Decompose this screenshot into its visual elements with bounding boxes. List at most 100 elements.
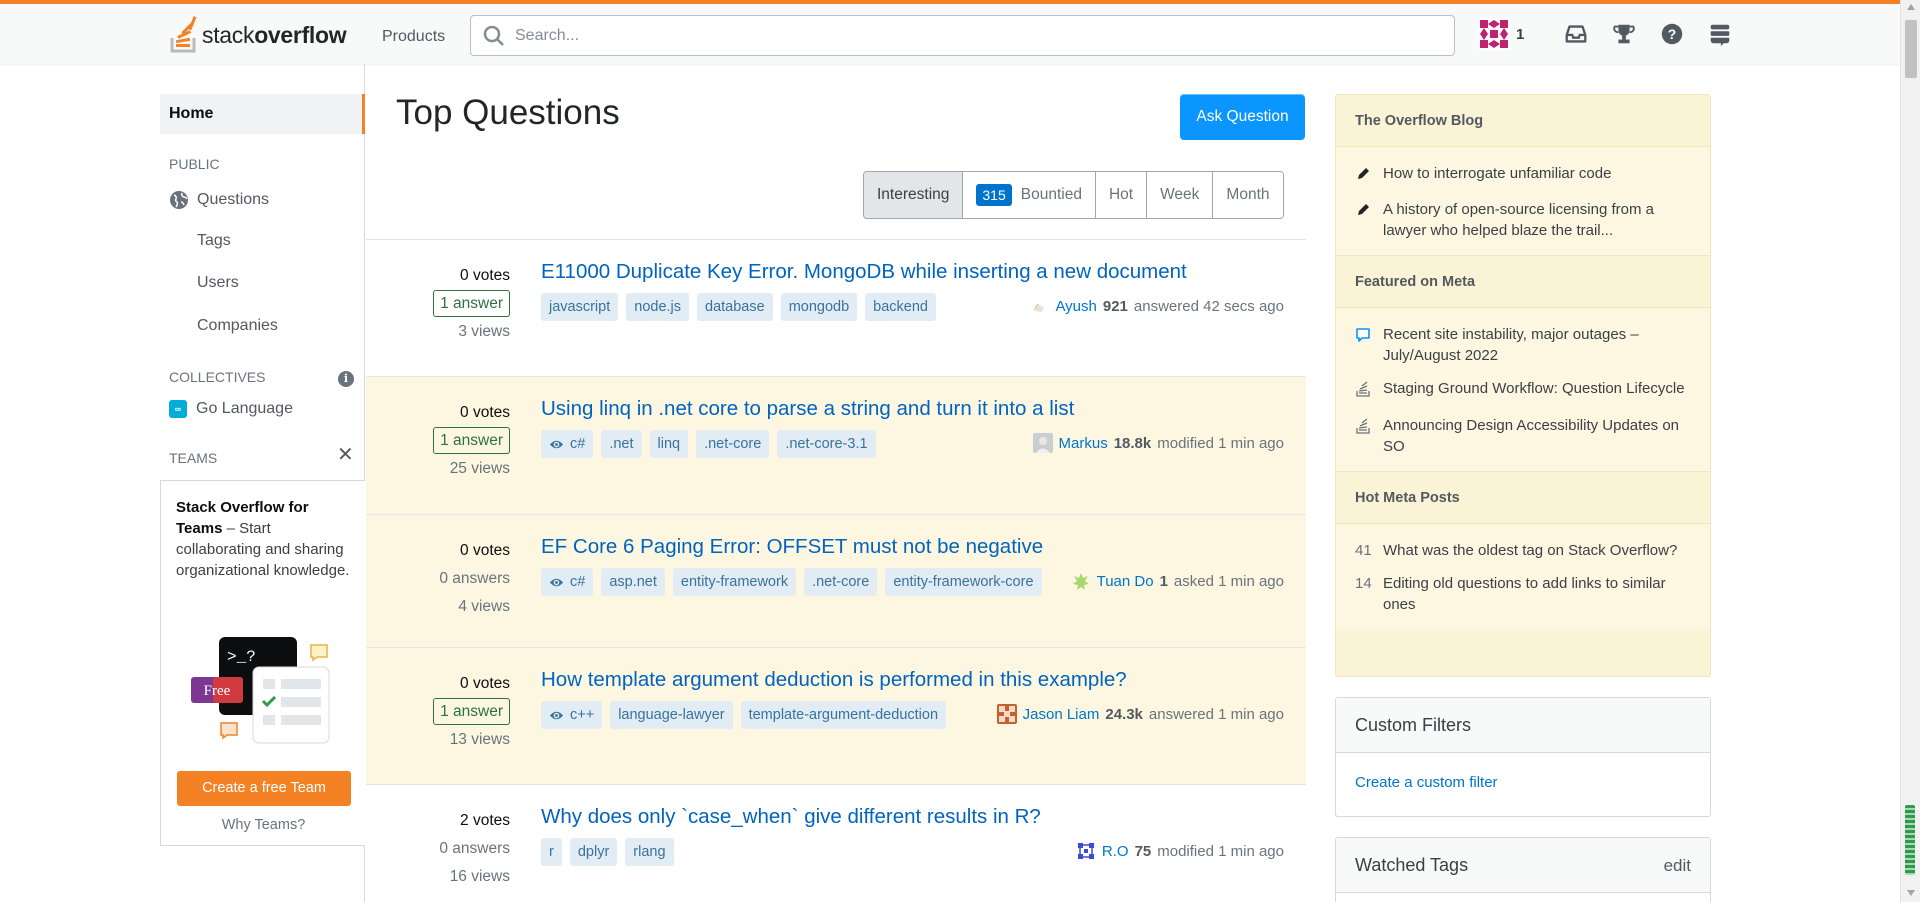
activity-time[interactable]: answered 42 secs ago	[1134, 298, 1284, 315]
activity-time[interactable]: modified 1 min ago	[1157, 843, 1284, 860]
question-title[interactable]: Using linq in .net core to parse a strin…	[541, 397, 1074, 421]
stackoverflow-logo[interactable]: stackoverflow	[168, 16, 347, 54]
user-avatar[interactable]	[1478, 18, 1510, 50]
user-name[interactable]: Jason Liam	[1023, 706, 1100, 723]
hot-meta-item[interactable]: 14 Editing old questions to add links to…	[1336, 567, 1710, 621]
tag[interactable]: c#	[541, 568, 594, 596]
why-teams-link[interactable]: Why Teams?	[161, 817, 366, 833]
svg-text:?: ?	[1668, 26, 1677, 42]
tag[interactable]: linq	[649, 430, 689, 458]
meta-item[interactable]: Recent site instability, major outages –…	[1336, 318, 1710, 372]
hot-meta-label: What was the oldest tag on Stack Overflo…	[1383, 542, 1678, 559]
info-icon[interactable]: i	[338, 371, 354, 387]
nav-companies[interactable]: Companies	[197, 317, 278, 335]
nav-questions[interactable]: Questions	[169, 190, 269, 210]
user-avatar-icon[interactable]	[1075, 841, 1096, 861]
products-menu[interactable]: Products	[372, 20, 455, 54]
user-reputation: 18.8k	[1113, 434, 1152, 452]
tag[interactable]: asp.net	[601, 568, 665, 596]
filter-month[interactable]: Month	[1213, 172, 1283, 218]
question-tags: c# asp.net entity-framework .net-core en…	[541, 568, 1050, 596]
tag[interactable]: .net-core	[696, 430, 770, 458]
scroll-up-icon[interactable]	[1907, 4, 1915, 10]
nav-collectives-label: COLLECTIVES	[169, 369, 266, 385]
user-name[interactable]: Markus	[1059, 435, 1108, 452]
tag[interactable]: node.js	[626, 293, 690, 321]
nav-users[interactable]: Users	[197, 274, 239, 292]
filter-week[interactable]: Week	[1147, 172, 1214, 218]
hot-meta-count: 14	[1355, 575, 1372, 592]
site-switcher-button[interactable]	[1706, 20, 1734, 48]
logo-text-bold: overflow	[254, 21, 347, 48]
scrollbar-thumb[interactable]	[1905, 20, 1917, 78]
page-scrollbar[interactable]	[1900, 0, 1920, 902]
blog-item[interactable]: How to interrogate unfamiliar code	[1336, 157, 1710, 193]
scroll-down-icon[interactable]	[1907, 890, 1915, 896]
filter-interesting[interactable]: Interesting	[864, 172, 964, 218]
tag[interactable]: language-lawyer	[610, 701, 733, 729]
question-stats: 2 votes 0 answers 16 views	[439, 807, 510, 891]
tag[interactable]: dplyr	[569, 838, 618, 866]
hot-meta-item[interactable]: 41 What was the oldest tag on Stack Over…	[1336, 534, 1710, 567]
watched-tags-edit[interactable]: edit	[1664, 838, 1691, 892]
nav-tags[interactable]: Tags	[197, 232, 231, 250]
user-avatar-icon[interactable]	[996, 704, 1017, 724]
question-summary: 2 votes 0 answers 16 views Why does only…	[366, 785, 1306, 902]
view-count: 4 views	[458, 598, 510, 615]
meta-item[interactable]: Announcing Design Accessibility Updates …	[1336, 409, 1710, 463]
tag[interactable]: backend	[865, 293, 936, 321]
question-stats: 0 votes 1 answer 13 views	[433, 670, 510, 754]
create-custom-filter-link[interactable]: Create a custom filter	[1355, 774, 1498, 791]
tag[interactable]: c#	[541, 430, 594, 458]
question-title[interactable]: EF Core 6 Paging Error: OFFSET must not …	[541, 535, 1043, 559]
user-name[interactable]: R.O	[1102, 843, 1129, 860]
question-summary: 0 votes 1 answer 25 views Using linq in …	[366, 377, 1306, 515]
search-input[interactable]	[515, 26, 1415, 45]
question-title[interactable]: E11000 Duplicate Key Error. MongoDB whil…	[541, 260, 1187, 284]
tag[interactable]: r	[541, 838, 562, 866]
activity-time[interactable]: asked 1 min ago	[1174, 573, 1284, 590]
inbox-button[interactable]	[1562, 20, 1590, 48]
nav-go-language[interactable]: ∞ Go Language	[169, 400, 293, 418]
user-name[interactable]: Ayush	[1055, 298, 1096, 315]
tag[interactable]: mongodb	[780, 293, 858, 321]
tag[interactable]: database	[697, 293, 773, 321]
meta-item[interactable]: Staging Ground Workflow: Question Lifecy…	[1336, 372, 1710, 409]
user-avatar-icon[interactable]	[1032, 433, 1053, 453]
question-user: Markus 18.8k modified 1 min ago	[1032, 433, 1284, 453]
tag[interactable]: rlang	[625, 838, 674, 866]
watched-eye-icon	[549, 578, 564, 586]
help-button[interactable]: ?	[1658, 20, 1686, 48]
user-avatar-icon[interactable]	[1029, 296, 1049, 316]
activity-time[interactable]: answered 1 min ago	[1149, 706, 1284, 723]
blog-item[interactable]: A history of open-source licensing from …	[1336, 193, 1710, 247]
search-bar[interactable]	[470, 15, 1455, 56]
bounty-count-badge: 315	[976, 184, 1012, 206]
question-title[interactable]: How template argument deduction is perfo…	[541, 668, 1127, 692]
create-team-button[interactable]: Create a free Team	[177, 771, 351, 806]
tag[interactable]: javascript	[541, 293, 619, 321]
left-sidebar: Home PUBLIC Questions Tags Users Compani…	[160, 64, 365, 902]
question-title[interactable]: Why does only `case_when` give different…	[541, 805, 1041, 829]
tag[interactable]: entity-framework-core	[885, 568, 1042, 596]
question-tags: r dplyr rlang	[541, 838, 682, 866]
achievements-button[interactable]	[1610, 20, 1638, 48]
tag[interactable]: .net-core-3.1	[777, 430, 876, 458]
filter-bountied[interactable]: 315 Bountied	[963, 172, 1096, 218]
tag[interactable]: template-argument-deduction	[740, 701, 947, 729]
close-icon[interactable]: ✕	[337, 445, 354, 465]
inbox-icon	[1565, 25, 1587, 43]
nav-public-label: PUBLIC	[169, 156, 220, 172]
view-count: 3 views	[458, 323, 510, 340]
user-name[interactable]: Tuan Do	[1097, 573, 1154, 590]
tag[interactable]: .net-core	[804, 568, 878, 596]
tag[interactable]: entity-framework	[672, 568, 797, 596]
ask-question-button[interactable]: Ask Question	[1180, 94, 1305, 140]
nav-home[interactable]: Home	[160, 94, 365, 134]
user-avatar-icon[interactable]	[1070, 571, 1091, 591]
tag[interactable]: .net	[601, 430, 642, 458]
tag[interactable]: c++	[541, 701, 603, 729]
activity-time[interactable]: modified 1 min ago	[1157, 435, 1284, 452]
filter-hot[interactable]: Hot	[1095, 172, 1148, 218]
go-language-label: Go Language	[196, 400, 293, 417]
